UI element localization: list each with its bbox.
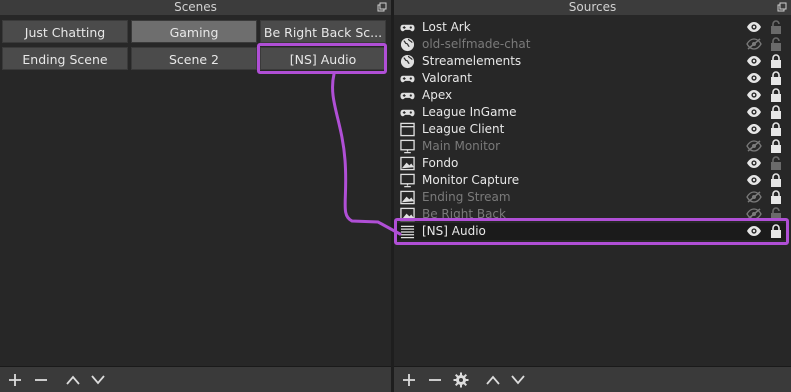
scenes-list: Just Chatting Gaming Be Right Back Sc... En…	[0, 15, 391, 367]
scene-button[interactable]: [NS] Audio	[260, 47, 386, 70]
move-source-down-button[interactable]	[507, 370, 529, 390]
eye-icon[interactable]	[746, 55, 762, 67]
lock-icon[interactable]	[770, 71, 782, 85]
lock-icon[interactable]	[770, 224, 782, 238]
unlock-icon[interactable]	[770, 20, 782, 34]
unlock-icon[interactable]	[770, 207, 782, 221]
remove-source-button[interactable]	[424, 370, 446, 390]
globe-icon	[400, 37, 415, 52]
remove-icon	[429, 379, 441, 381]
scene-button[interactable]: Gaming	[131, 20, 257, 43]
source-name: Monitor Capture	[422, 173, 520, 187]
source-row[interactable]: Fondo	[396, 155, 789, 172]
lock-icon[interactable]	[770, 139, 782, 153]
remove-icon	[35, 379, 47, 381]
source-name: Valorant	[422, 71, 472, 85]
add-source-button[interactable]	[398, 370, 420, 390]
gamepad-icon	[400, 20, 415, 35]
image-icon	[400, 190, 415, 205]
sources-toolbar	[394, 366, 791, 392]
image-icon	[400, 207, 415, 222]
source-name: [NS] Audio	[422, 224, 486, 238]
scene-button[interactable]: Be Right Back Sc...	[260, 20, 386, 43]
move-scene-up-button[interactable]	[62, 370, 84, 390]
lock-icon[interactable]	[770, 190, 782, 204]
move-scene-down-button[interactable]	[87, 370, 109, 390]
source-name: Be Right Back	[422, 207, 506, 221]
source-name: old-selfmade-chat	[422, 37, 531, 51]
scene-button[interactable]: Just Chatting	[2, 20, 128, 43]
eye-hidden-icon[interactable]	[746, 38, 762, 50]
scenes-toolbar	[0, 366, 391, 392]
source-row[interactable]: Ending Stream	[396, 189, 789, 206]
unlock-icon[interactable]	[770, 156, 782, 170]
source-row[interactable]: Be Right Back	[396, 206, 789, 223]
eye-icon[interactable]	[746, 123, 762, 135]
scenes-title: Scenes	[0, 0, 391, 15]
undock-icon[interactable]	[377, 2, 387, 12]
eye-icon[interactable]	[746, 72, 762, 84]
unlock-icon[interactable]	[770, 37, 782, 51]
add-icon	[9, 374, 21, 386]
scenes-panel: Scenes Just Chatting Gaming Be Right Back …	[0, 0, 391, 392]
source-row[interactable]: Valorant	[396, 70, 789, 87]
globe-icon	[400, 54, 415, 69]
remove-scene-button[interactable]	[30, 370, 52, 390]
source-name: Apex	[422, 88, 453, 102]
source-name: Fondo	[422, 156, 459, 170]
eye-icon[interactable]	[746, 106, 762, 118]
eye-icon[interactable]	[746, 89, 762, 101]
up-icon	[66, 375, 80, 385]
source-properties-button[interactable]	[450, 370, 472, 390]
eye-icon[interactable]	[746, 225, 762, 237]
eye-hidden-icon[interactable]	[746, 140, 762, 152]
eye-hidden-icon[interactable]	[746, 208, 762, 220]
lock-icon[interactable]	[770, 105, 782, 119]
sources-panel: Sources Lost Ark old-selfmade-chat Streame…	[394, 0, 791, 392]
eye-icon[interactable]	[746, 157, 762, 169]
sources-list: Lost Ark old-selfmade-chat Streamelements V…	[394, 15, 791, 367]
scene-button[interactable]: Scene 2	[131, 47, 257, 70]
source-row[interactable]: Monitor Capture	[396, 172, 789, 189]
source-row[interactable]: League InGame	[396, 104, 789, 121]
source-row[interactable]: [NS] Audio	[396, 223, 789, 240]
move-source-up-button[interactable]	[482, 370, 504, 390]
eye-icon[interactable]	[746, 21, 762, 33]
source-name: Lost Ark	[422, 20, 471, 34]
lock-icon[interactable]	[770, 54, 782, 68]
gamepad-icon	[400, 105, 415, 120]
down-icon	[511, 375, 525, 385]
add-scene-button[interactable]	[4, 370, 26, 390]
monitor-icon	[400, 139, 415, 154]
gear-icon	[453, 372, 469, 388]
sources-title: Sources	[394, 0, 791, 15]
source-name: Ending Stream	[422, 190, 511, 204]
lock-icon[interactable]	[770, 122, 782, 136]
gamepad-icon	[400, 71, 415, 86]
source-name: Streamelements	[422, 54, 522, 68]
monitor-icon	[400, 173, 415, 188]
source-row[interactable]: Streamelements	[396, 53, 789, 70]
undock-icon[interactable]	[777, 2, 787, 12]
down-icon	[91, 375, 105, 385]
window-icon	[400, 122, 415, 137]
source-row[interactable]: old-selfmade-chat	[396, 36, 789, 53]
list-icon	[400, 224, 415, 239]
eye-icon[interactable]	[746, 174, 762, 186]
source-row[interactable]: Apex	[396, 87, 789, 104]
source-name: League Client	[422, 122, 505, 136]
source-row[interactable]: League Client	[396, 121, 789, 138]
source-name: Main Monitor	[422, 139, 501, 153]
gamepad-icon	[400, 88, 415, 103]
lock-icon[interactable]	[770, 173, 782, 187]
image-icon	[400, 156, 415, 171]
source-row[interactable]: Main Monitor	[396, 138, 789, 155]
lock-icon[interactable]	[770, 88, 782, 102]
source-name: League InGame	[422, 105, 517, 119]
source-row[interactable]: Lost Ark	[396, 19, 789, 36]
add-icon	[403, 374, 415, 386]
scene-button[interactable]: Ending Scene	[2, 47, 128, 70]
eye-hidden-icon[interactable]	[746, 191, 762, 203]
up-icon	[486, 375, 500, 385]
